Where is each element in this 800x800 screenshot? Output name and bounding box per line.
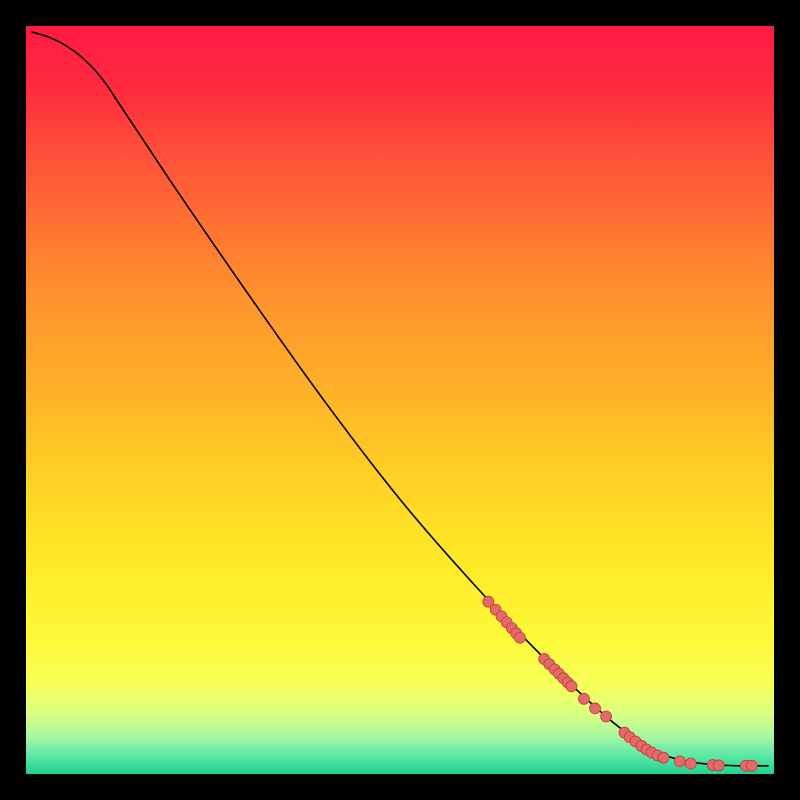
- data-point: [746, 760, 757, 771]
- plot-area: [26, 26, 774, 774]
- chart-frame: TheBottleneck.com: [0, 0, 800, 800]
- plot-outer: TheBottleneck.com: [26, 26, 774, 774]
- data-point: [590, 703, 601, 714]
- data-point: [514, 632, 525, 643]
- data-point: [658, 752, 669, 763]
- data-point: [685, 758, 696, 769]
- data-point: [713, 760, 724, 771]
- data-point: [579, 693, 590, 704]
- data-point: [601, 711, 612, 722]
- gradient-background: [26, 26, 774, 774]
- chart-svg: [26, 26, 774, 774]
- data-point: [566, 681, 577, 692]
- data-point: [674, 756, 685, 767]
